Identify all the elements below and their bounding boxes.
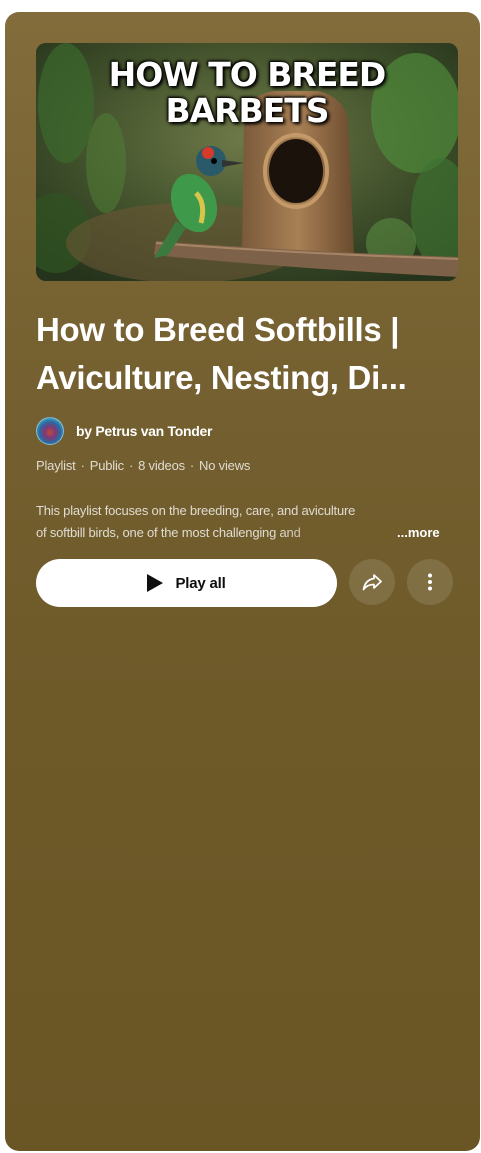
playlist-title-line2: Aviculture, Nesting, Di... (36, 359, 407, 396)
share-button[interactable] (349, 559, 395, 605)
play-icon (147, 574, 164, 592)
thumbnail-title-line1: HOW TO BREED (108, 55, 387, 94)
author-avatar[interactable] (36, 417, 64, 445)
meta-separator: · (128, 458, 134, 473)
description-more-link[interactable]: ...more (397, 522, 440, 544)
playlist-title: How to Breed Softbills | Aviculture, Nes… (36, 306, 461, 402)
more-vert-icon (428, 573, 432, 591)
play-all-button[interactable]: Play all (36, 559, 337, 607)
description-line2: of softbill birds, one of the most chall… (36, 525, 301, 540)
share-icon (362, 574, 382, 591)
video-count: 8 videos (138, 458, 185, 473)
meta-separator: · (189, 458, 195, 473)
play-all-label: Play all (175, 574, 226, 592)
playlist-meta: Playlist · Public · 8 videos · No views (36, 458, 250, 473)
playlist-thumbnail[interactable]: HOW TO BREED BARBETS (36, 43, 458, 281)
meta-separator: · (80, 458, 85, 473)
playlist-type: Playlist (36, 458, 76, 473)
playlist-title-line1: How to Breed Softbills | (36, 311, 400, 348)
thumbnail-title-line2: BARBETS (165, 91, 329, 130)
author-name[interactable]: by Petrus van Tonder (76, 423, 212, 439)
playlist-description[interactable]: This playlist focuses on the breeding, c… (36, 500, 458, 544)
more-actions-button[interactable] (407, 559, 453, 605)
view-count: No views (199, 458, 251, 473)
description-line1: This playlist focuses on the breeding, c… (36, 503, 356, 518)
author-row[interactable]: by Petrus van Tonder (36, 416, 212, 446)
playlist-visibility: Public (89, 458, 124, 473)
playlist-header-panel: HOW TO BREED BARBETS How to Breed Softbi… (5, 12, 480, 1151)
